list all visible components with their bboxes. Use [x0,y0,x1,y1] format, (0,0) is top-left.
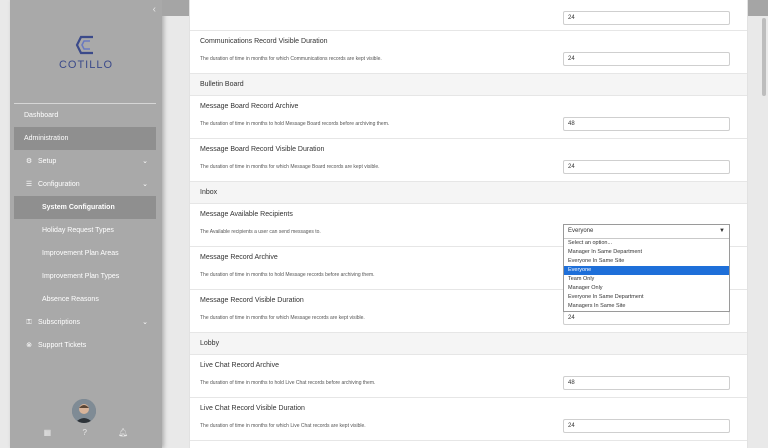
section-title: Lobby [200,340,220,347]
caret-down-icon: ▼ [719,228,725,234]
setting-value-input[interactable]: 48 [563,117,730,131]
setting-live-chat-visible-duration: Live Chat Record Visible Duration The du… [190,398,747,441]
setting-title: Live Chat Record Archive [200,362,279,369]
setting-description: The Available recipients a user can send… [200,229,321,235]
user-photo-icon [72,399,96,423]
sidebar-item-dashboard[interactable]: Dashboard [14,104,156,127]
dropdown-option[interactable]: Select an option... [564,239,729,248]
setting-value-input[interactable]: 24 [563,11,730,25]
sidebar-item-absence-reasons[interactable]: Absence Reasons [14,288,156,311]
sidebar-item-label: System Configuration [42,204,115,211]
section-title: Inbox [200,189,218,196]
setting-title: Message Record Archive [200,254,278,261]
selected-value: Everyone [568,228,594,234]
setting-value-input[interactable]: 24 [563,160,730,174]
setting-title: Communications Record Visible Duration [200,38,328,45]
section-header-inbox: Inbox [190,182,747,204]
setting-value-input[interactable]: 48 [563,376,730,390]
setting-description: The duration of time in months for which… [200,56,382,62]
dropdown-option[interactable]: Manager In Same Department [564,248,729,257]
dropdown-option[interactable]: Team Only [564,275,729,284]
sidebar: ‹ COTILLO Dashboard Administration ⚙ Set… [10,0,162,448]
setting-value-input[interactable]: 24 [563,52,730,66]
help-icon[interactable]: ? [82,428,86,437]
sidebar-item-label: Improvement Plan Areas [42,250,119,257]
dropdown-option-selected[interactable]: Everyone [564,266,729,275]
page-scrollbar[interactable] [762,18,766,96]
setting-title: Message Available Recipients [200,211,293,218]
dropdown-option[interactable]: Manager Only [564,284,729,293]
sidebar-item-label: Holiday Request Types [42,227,114,234]
dropdown-option[interactable]: Everyone In Same Site [564,257,729,266]
bell-icon[interactable]: 🔔︎ [118,428,128,437]
setting-title: Message Board Record Archive [200,103,299,110]
sidebar-item-administration[interactable]: Administration [14,127,156,150]
setting-value-input[interactable]: 24 [563,419,730,433]
section-header-lobby: Lobby [190,333,747,355]
setting-value-input[interactable]: 24 [563,311,730,325]
avatar[interactable] [72,399,96,423]
setting-row: 24 [190,0,747,31]
sidebar-item-system-configuration[interactable]: System Configuration [14,196,156,219]
sidebar-item-label: Setup [38,158,57,165]
logo: COTILLO [10,32,162,71]
sidebar-item-setup[interactable]: ⚙ Setup ⌄ [14,150,156,173]
setting-communications-visible-duration: Communications Record Visible Duration T… [190,31,747,74]
sidebar-item-subscriptions[interactable]: ⚿ Subscriptions ⌄ [14,311,156,334]
setting-description: The duration of time in months to hold M… [200,121,390,127]
system-configuration-panel: 24 Communications Record Visible Duratio… [189,0,748,448]
sidebar-item-label: Support Tickets [38,342,87,349]
sidebar-item-label: Absence Reasons [42,296,99,303]
sidebar-item-label: Dashboard [24,112,59,119]
sidebar-item-improvement-plan-types[interactable]: Improvement Plan Types [14,265,156,288]
chevron-down-icon: ⌄ [142,158,148,165]
setting-message-board-record-archive: Message Board Record Archive The duratio… [190,96,747,139]
apps-grid-icon[interactable]: ▦ [44,428,52,437]
setting-description: The duration of time in months to hold L… [200,380,376,386]
list-icon: ☰ [25,181,33,188]
section-title: Bulletin Board [200,81,244,88]
collapse-sidebar-icon[interactable]: ‹ [153,4,156,15]
sidebar-item-label: Improvement Plan Types [42,273,120,280]
setting-message-board-visible-duration: Message Board Record Visible Duration Th… [190,139,747,182]
sidebar-footer: ▦ ? 🔔︎ [10,428,162,437]
sidebar-item-configuration[interactable]: ☰ Configuration ⌄ [14,173,156,196]
sidebar-item-support-tickets[interactable]: ⊗ Support Tickets [14,334,156,357]
setting-title: Live Chat Record Visible Duration [200,405,305,412]
logo-mark-icon [75,35,93,55]
sidebar-item-improvement-plan-areas[interactable]: Improvement Plan Areas [14,242,156,265]
setting-description: The duration of time in months to hold M… [200,272,375,278]
sidebar-item-label: Subscriptions [38,319,81,326]
setting-description: The duration of time in months for which… [200,423,366,429]
chevron-down-icon: ⌄ [142,181,148,188]
sidebar-item-holiday-request-types[interactable]: Holiday Request Types [14,219,156,242]
setting-title: Message Record Visible Duration [200,297,304,304]
key-icon: ⚿ [26,319,32,326]
recipients-select[interactable]: Everyone ▼ [564,225,729,239]
chevron-down-icon: ⌄ [142,319,148,326]
setting-description: The duration of time in months for which… [200,315,365,321]
section-header-bulletin-board: Bulletin Board [190,74,747,96]
lifebuoy-icon: ⊗ [26,342,32,349]
recipients-dropdown[interactable]: Everyone ▼ Select an option... Manager I… [563,224,730,312]
sidebar-item-label: Administration [24,135,69,142]
dropdown-option[interactable]: Managers In Same Site [564,302,729,311]
setting-title: Message Board Record Visible Duration [200,146,325,153]
sidebar-item-label: Configuration [38,181,80,188]
setting-description: The duration of time in months for which… [200,164,380,170]
setting-live-chat-record-archive: Live Chat Record Archive The duration of… [190,355,747,398]
gear-icon: ⚙ [25,158,33,165]
sidebar-nav: Dashboard Administration ⚙ Setup ⌄ ☰ Con… [14,104,156,357]
dropdown-option[interactable]: Everyone In Same Department [564,293,729,302]
logo-text: COTILLO [58,59,114,71]
